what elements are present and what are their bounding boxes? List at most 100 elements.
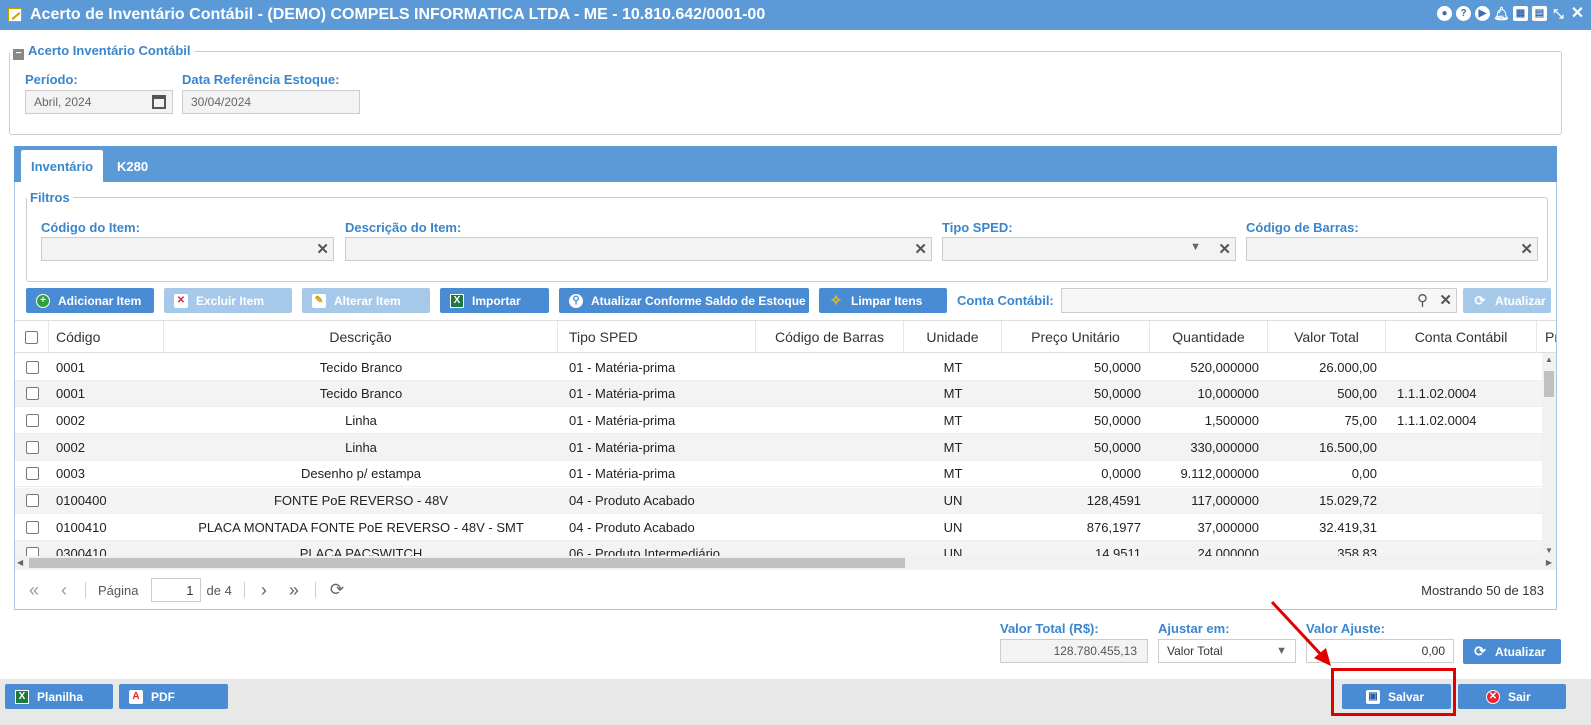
table-row[interactable]: 0002 Linha 01 - Matéria-prima MT 50,0000 1,50… <box>15 407 1542 435</box>
row-select-cell[interactable] <box>15 488 49 514</box>
close-icon[interactable]: ✕ <box>1570 5 1585 21</box>
clear-icon[interactable]: ✕ <box>1520 241 1533 258</box>
vertical-scrollbar[interactable]: ▲ ▼ <box>1542 353 1556 557</box>
col-preco-unitario[interactable]: Preço Unitário <box>1002 321 1150 353</box>
col-preco-partial[interactable]: Pr <box>1537 321 1556 353</box>
col-codigo-barras[interactable]: Código de Barras <box>756 321 904 353</box>
cell-descricao: FONTE PoE REVERSO - 48V <box>273 493 449 508</box>
descricao-item-input[interactable]: ✕ <box>345 237 932 261</box>
cell-descricao: Desenho p/ estampa <box>301 466 421 482</box>
excluir-item-button[interactable]: ✕ Excluir Item <box>164 288 292 313</box>
row-select-cell[interactable] <box>15 514 49 540</box>
bell-icon[interactable]: 🔔︎ <box>1493 6 1510 21</box>
conta-contabil-input[interactable]: ⚲ ✕ <box>1061 288 1457 313</box>
clear-icon[interactable]: ✕ <box>316 241 329 258</box>
row-checkbox[interactable] <box>25 413 39 427</box>
calendar-icon[interactable]: ▦ <box>1513 6 1528 21</box>
limpar-itens-button[interactable]: ✧ Limpar Itens <box>819 288 947 313</box>
cell-qtd: 37,000000 <box>1197 519 1259 535</box>
row-checkbox[interactable] <box>25 520 39 534</box>
cell-unidade: UN <box>943 493 963 508</box>
alterar-item-button[interactable]: ✎ Alterar Item <box>302 288 430 313</box>
play-icon[interactable]: ▶ <box>1475 6 1490 21</box>
table-row[interactable]: 0100400 FONTE PoE REVERSO - 48V 04 - Produ… <box>15 487 1542 515</box>
col-quantidade[interactable]: Quantidade <box>1150 321 1268 353</box>
scroll-left-icon[interactable]: ◀ <box>17 558 23 567</box>
scroll-thumb[interactable] <box>1544 371 1554 397</box>
cell-total: 75,00 <box>1344 412 1377 428</box>
table-row[interactable]: 0002 Linha 01 - Matéria-prima MT 50,0000 330,… <box>15 434 1542 461</box>
atualizar-button[interactable]: ⟳ Atualizar <box>1463 639 1561 664</box>
periodo-field[interactable]: Abril, 2024 <box>25 90 173 114</box>
cell-tipo: 01 - Matéria-prima <box>569 439 676 455</box>
codigo-item-input[interactable]: ✕ <box>41 237 334 261</box>
clear-icon[interactable]: ✕ <box>1439 292 1452 309</box>
row-select-cell[interactable] <box>15 407 49 433</box>
row-select-cell[interactable] <box>15 461 49 487</box>
adicionar-item-button[interactable]: + Adicionar Item <box>26 288 154 313</box>
tipo-sped-select[interactable]: ▼ ✕ <box>942 237 1236 261</box>
refresh-icon[interactable]: ⟳ <box>330 580 344 600</box>
select-all-checkbox-cell[interactable] <box>15 321 49 353</box>
page-input[interactable]: 1 <box>150 578 201 602</box>
cell-barras <box>756 461 904 487</box>
scroll-up-icon[interactable]: ▲ <box>1545 355 1553 364</box>
row-checkbox[interactable] <box>25 494 39 507</box>
horizontal-scrollbar[interactable]: ◀ ▶ <box>15 556 1556 570</box>
last-page-icon[interactable]: » <box>289 580 299 601</box>
search-icon[interactable]: ⚲ <box>1417 291 1428 309</box>
col-codigo[interactable]: Código <box>49 321 164 353</box>
table-row[interactable]: 0100410 PLACA MONTADA FONTE PoE REVERSO -… <box>15 514 1542 541</box>
broom-icon: ✧ <box>830 292 842 308</box>
row-checkbox[interactable] <box>25 440 39 454</box>
planilha-button[interactable]: X Planilha <box>5 684 113 709</box>
row-checkbox[interactable] <box>25 467 39 481</box>
atualizar-saldo-button[interactable]: ⚲ Atualizar Conforme Saldo de Estoque <box>559 288 809 313</box>
cell-barras <box>756 488 904 514</box>
row-checkbox[interactable] <box>25 360 39 374</box>
pdf-button[interactable]: A PDF <box>119 684 228 709</box>
first-page-icon[interactable]: « <box>29 580 39 601</box>
next-page-icon[interactable]: › <box>261 580 267 601</box>
sair-button[interactable]: ✕ Sair <box>1458 684 1566 709</box>
tab-k280[interactable]: K280 <box>107 150 158 182</box>
row-select-cell[interactable] <box>15 381 49 407</box>
calculator-icon[interactable]: ▤ <box>1532 6 1547 21</box>
col-unidade[interactable]: Unidade <box>904 321 1002 353</box>
tab-inventario[interactable]: Inventário <box>21 150 104 182</box>
scroll-thumb[interactable] <box>29 558 905 568</box>
cell-preco: 128,4591 <box>1086 493 1141 508</box>
collapse-icon[interactable]: ⤡ <box>1551 6 1566 21</box>
refresh-icon: ⟳ <box>1474 643 1486 659</box>
chevron-down-icon[interactable]: ▼ <box>1190 241 1201 253</box>
row-select-cell[interactable] <box>15 434 49 460</box>
help-icon[interactable]: ? <box>1456 6 1471 21</box>
importar-button[interactable]: X Importar <box>440 288 549 313</box>
prev-page-icon[interactable]: ‹ <box>61 580 67 601</box>
edit-document-icon <box>8 8 22 22</box>
table-row[interactable]: 0001 Tecido Branco 01 - Matéria-prima MT 50,… <box>15 354 1542 381</box>
cell-preco: 50,0000 <box>1094 386 1141 402</box>
collapse-icon[interactable]: − <box>13 49 24 60</box>
col-tipo-sped[interactable]: Tipo SPED <box>558 321 756 353</box>
row-select-cell[interactable] <box>15 354 49 380</box>
table-row[interactable]: 0003 Desenho p/ estampa 01 - Matéria-prima… <box>15 461 1542 488</box>
col-valor-total[interactable]: Valor Total <box>1268 321 1386 353</box>
codigo-barras-input[interactable]: ✕ <box>1246 237 1538 261</box>
cell-preco: 50,0000 <box>1094 412 1141 428</box>
clear-icon[interactable]: ✕ <box>914 241 927 258</box>
page-summary: Mostrando 50 de 183 <box>1421 582 1544 598</box>
select-all-checkbox[interactable] <box>25 330 38 344</box>
calendar-icon[interactable] <box>152 95 166 109</box>
row-checkbox[interactable] <box>25 387 39 401</box>
record-icon[interactable]: ● <box>1437 6 1452 21</box>
tipo-sped-label: Tipo SPED: <box>942 220 1013 235</box>
col-descricao[interactable]: Descrição <box>164 321 558 353</box>
table-row[interactable]: 0001 Tecido Branco 01 - Matéria-prima MT 50,… <box>15 380 1542 408</box>
cell-conta <box>1386 488 1537 514</box>
scroll-right-icon[interactable]: ▶ <box>1546 558 1552 567</box>
clear-icon[interactable]: ✕ <box>1218 241 1231 258</box>
col-conta-contabil[interactable]: Conta Contábil <box>1386 321 1537 353</box>
scroll-down-icon[interactable]: ▼ <box>1545 546 1553 555</box>
atualizar-conta-button[interactable]: ⟳ Atualizar <box>1463 288 1551 313</box>
